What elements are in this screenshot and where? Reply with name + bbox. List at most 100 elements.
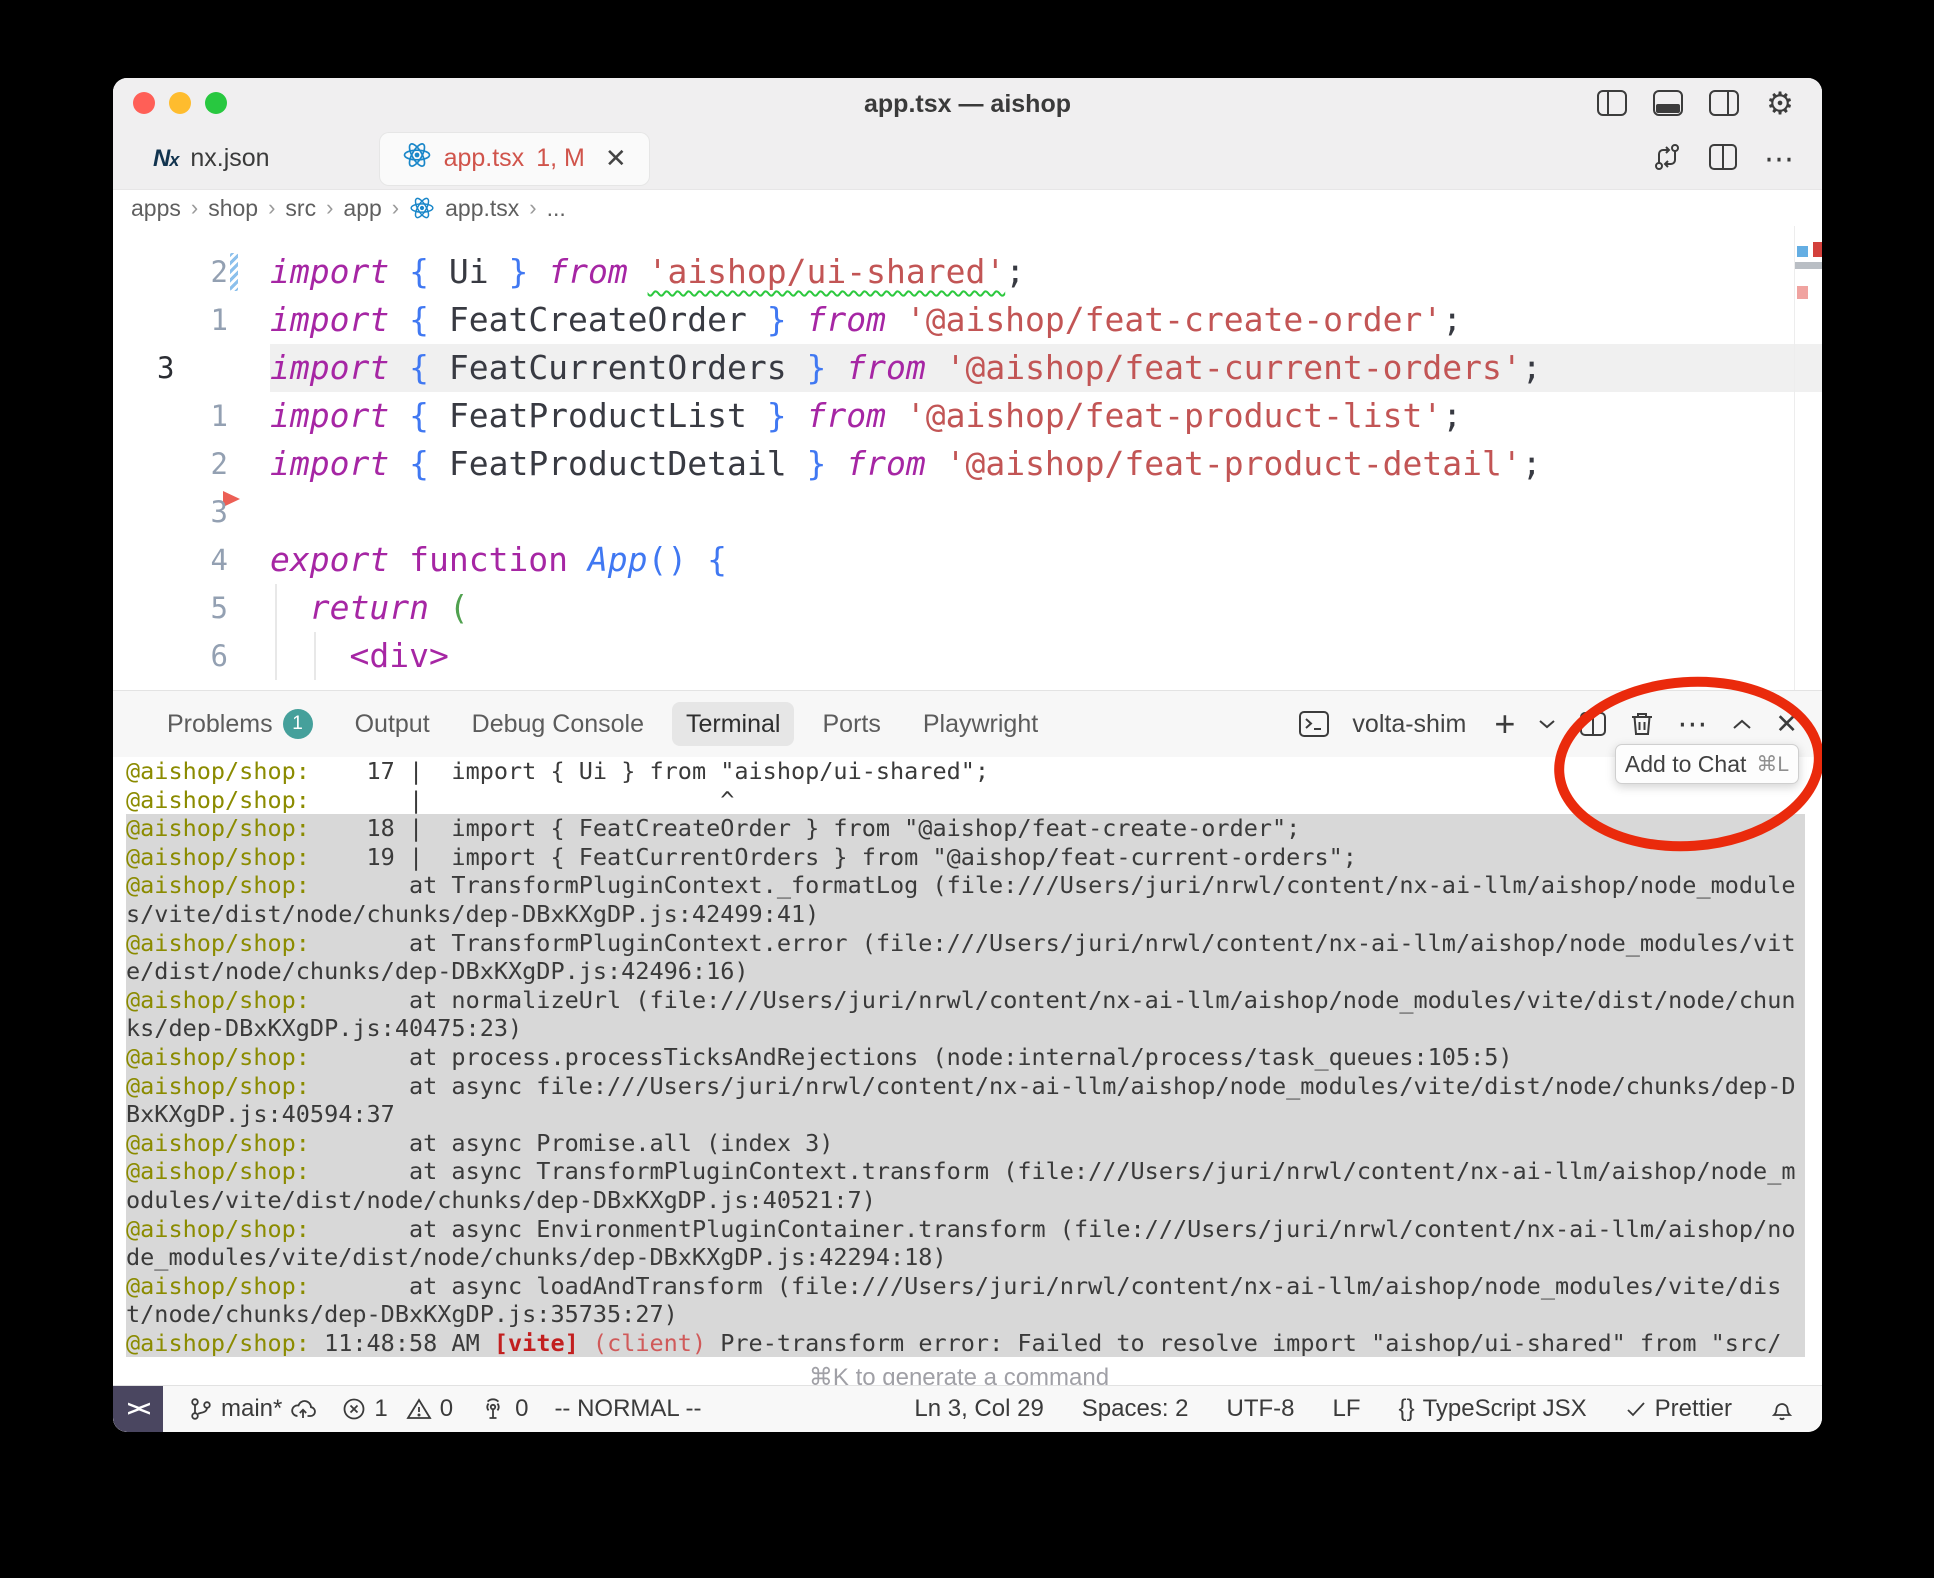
terminal-text-segment: at async EnvironmentPluginContainer.tran… [126, 1215, 1796, 1272]
broadcast-tower-icon [479, 1397, 507, 1421]
breadcrumb-item[interactable]: app.tsx [445, 195, 519, 222]
panel-tab-playwright[interactable]: Playwright [909, 702, 1052, 746]
terminal-text-segment: at async loadAndTransform (file:///Users… [126, 1272, 1781, 1329]
breadcrumb-item[interactable]: shop [208, 195, 258, 222]
terminal-project-prefix: @aishop/shop: [126, 786, 310, 814]
code-token: import [270, 300, 389, 339]
error-count: 1 [374, 1395, 387, 1423]
breadcrumb-separator: › [529, 195, 536, 221]
maximize-panel-icon[interactable] [1731, 717, 1753, 731]
panel-more-actions-icon[interactable]: ⋯ [1677, 707, 1709, 742]
publish-cloud-icon[interactable] [290, 1397, 316, 1421]
terminal-line: @aishop/shop: at async file:///Users/jur… [126, 1072, 1805, 1129]
overview-ruler[interactable] [1794, 226, 1822, 690]
terminal-project-prefix: @aishop/shop: [126, 757, 310, 785]
code-token: FeatCurrentOrders [449, 348, 787, 387]
settings-gear-icon[interactable]: ⚙ [1764, 88, 1796, 118]
code-line: 6 <div> [113, 632, 1822, 680]
toggle-panel-icon[interactable] [1652, 88, 1684, 118]
ports-broadcast-item[interactable]: 0 [479, 1395, 528, 1423]
panel-tab-problems[interactable]: Problems1 [153, 702, 327, 746]
breadcrumb-item[interactable]: src [285, 195, 316, 222]
breadcrumb-item[interactable]: ... [547, 195, 566, 222]
cursor-position[interactable]: Ln 3, Col 29 [914, 1395, 1043, 1423]
code-token: ; [1442, 396, 1462, 435]
close-panel-icon[interactable]: ✕ [1775, 709, 1798, 740]
panel-tab-output[interactable]: Output [341, 702, 444, 746]
overview-modified-mark [1797, 246, 1808, 257]
panel-tab-debug-console[interactable]: Debug Console [458, 702, 658, 746]
close-window-button[interactable] [133, 92, 155, 114]
code-token [747, 300, 767, 339]
problems-count-badge: 1 [283, 709, 313, 739]
problems-summary[interactable]: 1 0 [342, 1395, 453, 1423]
terminal-text-segment: at process.processTicksAndRejections (no… [310, 1043, 1513, 1071]
code-token [429, 444, 449, 483]
add-to-chat-tooltip[interactable]: Add to Chat ⌘L [1615, 744, 1799, 784]
code-token [568, 540, 588, 579]
formatter-status[interactable]: Prettier [1625, 1395, 1732, 1423]
code-token [787, 300, 807, 339]
terminal-text-segment: 11:48:58 AM [310, 1329, 494, 1357]
errors-icon [342, 1397, 366, 1421]
open-changes-icon[interactable] [1652, 142, 1682, 177]
indent-guide [275, 584, 277, 680]
panel-tabs: Problems1 Output Debug Console Terminal Port… [153, 702, 1052, 746]
code-token: from [806, 396, 885, 435]
code-token [787, 348, 807, 387]
code-token: from [806, 300, 885, 339]
terminal-project-prefix: @aishop/shop: [126, 1215, 310, 1243]
code-token [429, 252, 449, 291]
tab-problem-badge: 1, M [536, 144, 585, 173]
terminal-line: @aishop/shop: 18 | import { FeatCreateOr… [126, 814, 1805, 843]
kill-terminal-trash-icon[interactable] [1629, 710, 1655, 738]
encoding-setting[interactable]: UTF-8 [1227, 1395, 1295, 1423]
tab-nx-json[interactable]: Nx nx.json [131, 133, 292, 185]
git-branch-item[interactable]: main* [189, 1395, 316, 1423]
code-token: from [846, 444, 925, 483]
terminal-line: @aishop/shop: 17 | import { Ui } from "a… [126, 757, 1805, 786]
remote-indicator[interactable]: >< [113, 1386, 163, 1432]
terminal-project-prefix: @aishop/shop: [126, 1157, 310, 1185]
terminal-project-prefix: @aishop/shop: [126, 871, 310, 899]
toggle-primary-sidebar-icon[interactable] [1596, 88, 1628, 118]
code-editor[interactable]: 2import { Ui } from 'aishop/ui-shared';1… [113, 226, 1822, 690]
breadcrumb-separator: › [392, 195, 399, 221]
breadcrumb-item[interactable]: apps [131, 195, 181, 222]
branch-name: main* [221, 1395, 282, 1423]
eol-setting[interactable]: LF [1333, 1395, 1361, 1423]
line-number: 3 [113, 488, 228, 536]
close-tab-icon[interactable]: ✕ [605, 143, 627, 174]
code-token [826, 348, 846, 387]
tab-app-tsx[interactable]: app.tsx 1, M ✕ [380, 133, 649, 185]
terminal-line: @aishop/shop: at TransformPluginContext.… [126, 929, 1805, 986]
minimize-window-button[interactable] [169, 92, 191, 114]
notifications-bell-icon[interactable] [1770, 1396, 1794, 1422]
code-token: from [846, 348, 925, 387]
code-token [528, 252, 548, 291]
code-line: 3import { FeatCurrentOrders } from '@ais… [113, 344, 1822, 392]
code-line: 5 return ( [113, 584, 1822, 632]
breadcrumb-separator: › [326, 195, 333, 221]
breadcrumb-item[interactable]: app [343, 195, 381, 222]
toggle-secondary-sidebar-icon[interactable] [1708, 88, 1740, 118]
language-mode[interactable]: {} TypeScript JSX [1399, 1395, 1587, 1423]
braces-icon: {} [1399, 1395, 1415, 1423]
terminal-dropdown-icon[interactable] [1537, 717, 1557, 731]
terminal-project-prefix: @aishop/shop: [126, 1129, 310, 1157]
terminal-output[interactable]: @aishop/shop: 17 | import { Ui } from "a… [113, 757, 1822, 1385]
new-terminal-icon[interactable]: + [1494, 706, 1515, 742]
code-token [787, 396, 807, 435]
panel-tab-terminal[interactable]: Terminal [672, 702, 794, 746]
line-number: 5 [113, 584, 228, 632]
panel-tab-ports[interactable]: Ports [808, 702, 894, 746]
more-actions-icon[interactable]: ⋯ [1764, 142, 1796, 177]
terminal-session-name[interactable]: volta-shim [1352, 710, 1466, 739]
split-terminal-icon[interactable] [1579, 711, 1607, 737]
terminal-line: @aishop/shop: at async loadAndTransform … [126, 1272, 1805, 1329]
code-token: } [806, 444, 826, 483]
zoom-window-button[interactable] [205, 92, 227, 114]
terminal-line: @aishop/shop: 19 | import { FeatCurrentO… [126, 843, 1805, 872]
split-editor-icon[interactable] [1708, 143, 1738, 176]
indentation-setting[interactable]: Spaces: 2 [1082, 1395, 1189, 1423]
